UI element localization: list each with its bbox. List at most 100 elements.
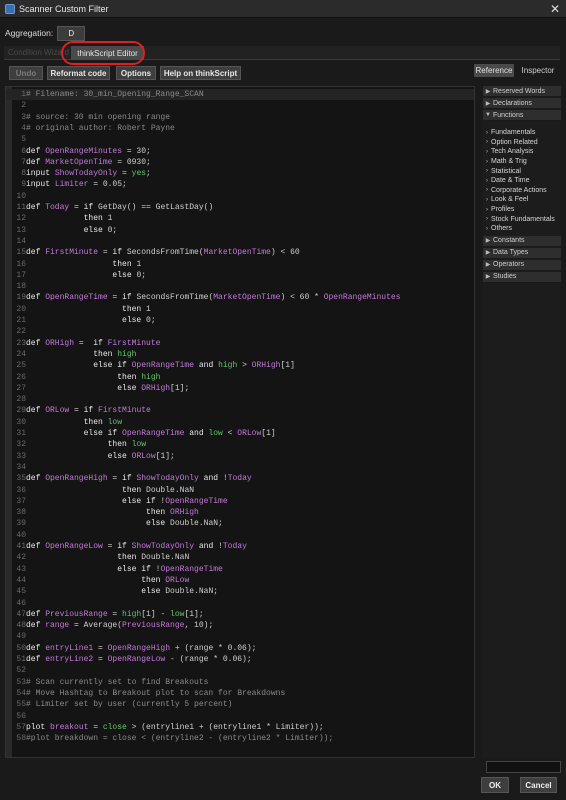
section-operators[interactable]: ▶ Operators bbox=[483, 259, 561, 271]
code-line[interactable]: 6 def OpenRangeMinutes = 30; bbox=[6, 146, 474, 157]
function-category-item[interactable]: › Others bbox=[483, 224, 561, 234]
code-line[interactable]: 52 bbox=[6, 665, 474, 676]
code-line[interactable]: 9 input Limiter = 0.05; bbox=[6, 179, 474, 190]
code-line[interactable]: 40 bbox=[6, 530, 474, 541]
code-line[interactable]: 27 else ORHigh[1]; bbox=[6, 383, 474, 394]
line-number: 41 bbox=[16, 542, 26, 551]
code-line[interactable]: 49 bbox=[6, 631, 474, 642]
tab-reference[interactable]: Reference bbox=[474, 64, 514, 77]
code-token: ) < 60 bbox=[270, 248, 300, 258]
code-line[interactable]: 16 then 1 bbox=[6, 259, 474, 270]
code-line[interactable]: 23 def ORHigh = if FirstMinute bbox=[6, 338, 474, 349]
code-token: def bbox=[26, 542, 46, 551]
code-line[interactable]: 14 bbox=[6, 236, 474, 247]
code-line[interactable]: 13 else 0; bbox=[6, 225, 474, 236]
code-line[interactable]: 11 def Today = if GetDay() == GetLastDay(… bbox=[6, 202, 474, 213]
code-line[interactable]: 18 bbox=[6, 281, 474, 292]
code-line[interactable]: 3 # source: 30 min opening range bbox=[6, 112, 474, 123]
help-thinkscript-button[interactable]: Help on thinkScript bbox=[160, 66, 241, 80]
function-category-item[interactable]: › Date & Time bbox=[483, 176, 561, 186]
code-token: else bbox=[146, 519, 171, 529]
code-line[interactable]: 41 def OpenRangeLow = if ShowTodayOnly an… bbox=[6, 541, 474, 552]
function-category-item[interactable]: › Corporate Actions bbox=[483, 186, 561, 196]
code-line[interactable]: 51 def entryLine2 = OpenRangeLow - (range… bbox=[6, 654, 474, 665]
code-line[interactable]: 38 then ORHigh bbox=[6, 507, 474, 518]
function-category-item[interactable]: › Math & Trig bbox=[483, 157, 561, 167]
code-text: then low bbox=[26, 439, 146, 450]
code-line[interactable]: 31 else if OpenRangeTime and low < ORLow… bbox=[6, 428, 474, 439]
code-line[interactable]: 56 bbox=[6, 711, 474, 722]
section-constants[interactable]: ▶ Constants bbox=[483, 235, 561, 247]
code-line[interactable]: 28 bbox=[6, 394, 474, 405]
reference-search-input[interactable] bbox=[486, 761, 561, 773]
code-line[interactable]: 48 def range = Average(PreviousRange, 10)… bbox=[6, 620, 474, 631]
code-line[interactable]: 53 # Scan currently set to find Breakouts bbox=[6, 677, 474, 688]
tab-condition-wizard[interactable]: Condition Wizard bbox=[8, 48, 69, 57]
code-line[interactable]: 22 bbox=[6, 326, 474, 337]
function-category-item[interactable]: › Tech Analysis bbox=[483, 147, 561, 157]
code-line[interactable]: 20 then 1 bbox=[6, 304, 474, 315]
function-category-item[interactable]: › Look & Feel bbox=[483, 195, 561, 205]
code-line[interactable]: 4 # original author: Robert Payne bbox=[6, 123, 474, 134]
code-line[interactable]: 35 def OpenRangeHigh = if ShowTodayOnly a… bbox=[6, 473, 474, 484]
section-label: Reserved Words bbox=[493, 87, 546, 95]
code-line[interactable]: 12 then 1 bbox=[6, 213, 474, 224]
code-line[interactable]: 19 def OpenRangeTime = if SecondsFromTime… bbox=[6, 292, 474, 303]
tab-inspector[interactable]: Inspector bbox=[518, 64, 558, 77]
function-category-item[interactable]: › Profiles bbox=[483, 205, 561, 215]
section-studies[interactable]: ▶ Studies bbox=[483, 271, 561, 283]
undo-button[interactable]: Undo bbox=[9, 66, 43, 80]
code-token: if bbox=[122, 293, 137, 303]
code-line[interactable]: 25 else if OpenRangeTime and high > ORHi… bbox=[6, 360, 474, 371]
code-line[interactable]: 33 else ORLow[1]; bbox=[6, 451, 474, 462]
code-line[interactable]: 1 # Filename: 30_min_Opening_Range_SCAN bbox=[6, 89, 474, 101]
code-line[interactable]: 2 bbox=[6, 100, 474, 111]
code-line[interactable]: 42 then Double.NaN bbox=[6, 552, 474, 563]
section-reserved-words[interactable]: ▶ Reserved Words bbox=[483, 86, 561, 97]
code-line[interactable]: 5 bbox=[6, 134, 474, 145]
code-line[interactable]: 15 def FirstMinute = if SecondsFromTime(M… bbox=[6, 247, 474, 258]
code-line[interactable]: 8 input ShowTodayOnly = yes; bbox=[6, 168, 474, 179]
code-line[interactable]: 21 else 0; bbox=[6, 315, 474, 326]
cancel-button[interactable]: Cancel bbox=[520, 777, 557, 793]
code-editor[interactable]: 1 # Filename: 30_min_Opening_Range_SCAN 2 3… bbox=[5, 86, 475, 758]
aggregation-select[interactable]: D bbox=[57, 25, 86, 41]
code-line[interactable]: 24 then high bbox=[6, 349, 474, 360]
code-line[interactable]: 43 else if !OpenRangeTime bbox=[6, 564, 474, 575]
code-line[interactable]: 54 # Move Hashtag to Breakout plot to sca… bbox=[6, 688, 474, 699]
code-line[interactable]: 46 bbox=[6, 598, 474, 609]
code-line[interactable]: 44 then ORLow bbox=[6, 575, 474, 586]
ok-button[interactable]: OK bbox=[481, 777, 509, 793]
code-line[interactable]: 58 #plot breakdown = close < (entryline2 … bbox=[6, 733, 474, 744]
code-line[interactable]: 45 else Double.NaN; bbox=[6, 586, 474, 597]
code-line[interactable]: 10 bbox=[6, 191, 474, 202]
section-functions[interactable]: ▼ Functions bbox=[483, 110, 561, 121]
code-line[interactable]: 34 bbox=[6, 462, 474, 473]
code-line[interactable]: 7 def MarketOpenTime = 0930; bbox=[6, 157, 474, 168]
code-token: # Limiter set by user (currently 5 perce… bbox=[26, 700, 233, 710]
section-declarations[interactable]: ▶ Declarations bbox=[483, 98, 561, 109]
code-line[interactable]: 30 then low bbox=[6, 417, 474, 428]
options-button[interactable]: Options bbox=[116, 66, 156, 80]
code-line[interactable]: 32 then low bbox=[6, 439, 474, 450]
code-token: # original author: Robert Payne bbox=[26, 123, 175, 133]
reformat-code-button[interactable]: Reformat code bbox=[47, 66, 110, 80]
code-line[interactable]: 47 def PreviousRange = high[1] - low[1]; bbox=[6, 609, 474, 620]
code-line[interactable]: 26 then high bbox=[6, 372, 474, 383]
function-category-item[interactable]: › Statistical bbox=[483, 166, 561, 176]
code-line[interactable]: 17 else 0; bbox=[6, 270, 474, 281]
code-line[interactable]: 37 else if !OpenRangeTime bbox=[6, 496, 474, 507]
function-category-item[interactable]: › Option Related bbox=[483, 138, 561, 148]
code-line[interactable]: 39 else Double.NaN; bbox=[6, 518, 474, 529]
code-line[interactable]: 36 then Double.NaN bbox=[6, 485, 474, 496]
close-icon[interactable]: ✕ bbox=[550, 2, 560, 16]
code-line[interactable]: 57 plot breakout = close > (entryline1 + … bbox=[6, 722, 474, 733]
function-category-item[interactable]: › Fundamentals bbox=[483, 128, 561, 138]
line-number: 8 bbox=[21, 169, 26, 179]
code-line[interactable]: 55 # Limiter set by user (currently 5 per… bbox=[6, 699, 474, 710]
code-line[interactable]: 50 def entryLine1 = OpenRangeHigh + (rang… bbox=[6, 643, 474, 654]
function-category-item[interactable]: › Stock Fundamentals bbox=[483, 214, 561, 224]
code-line[interactable]: 29 def ORLow = if FirstMinute bbox=[6, 405, 474, 416]
code-token: = bbox=[107, 293, 123, 303]
section-data-types[interactable]: ▶ Data Types bbox=[483, 247, 561, 259]
